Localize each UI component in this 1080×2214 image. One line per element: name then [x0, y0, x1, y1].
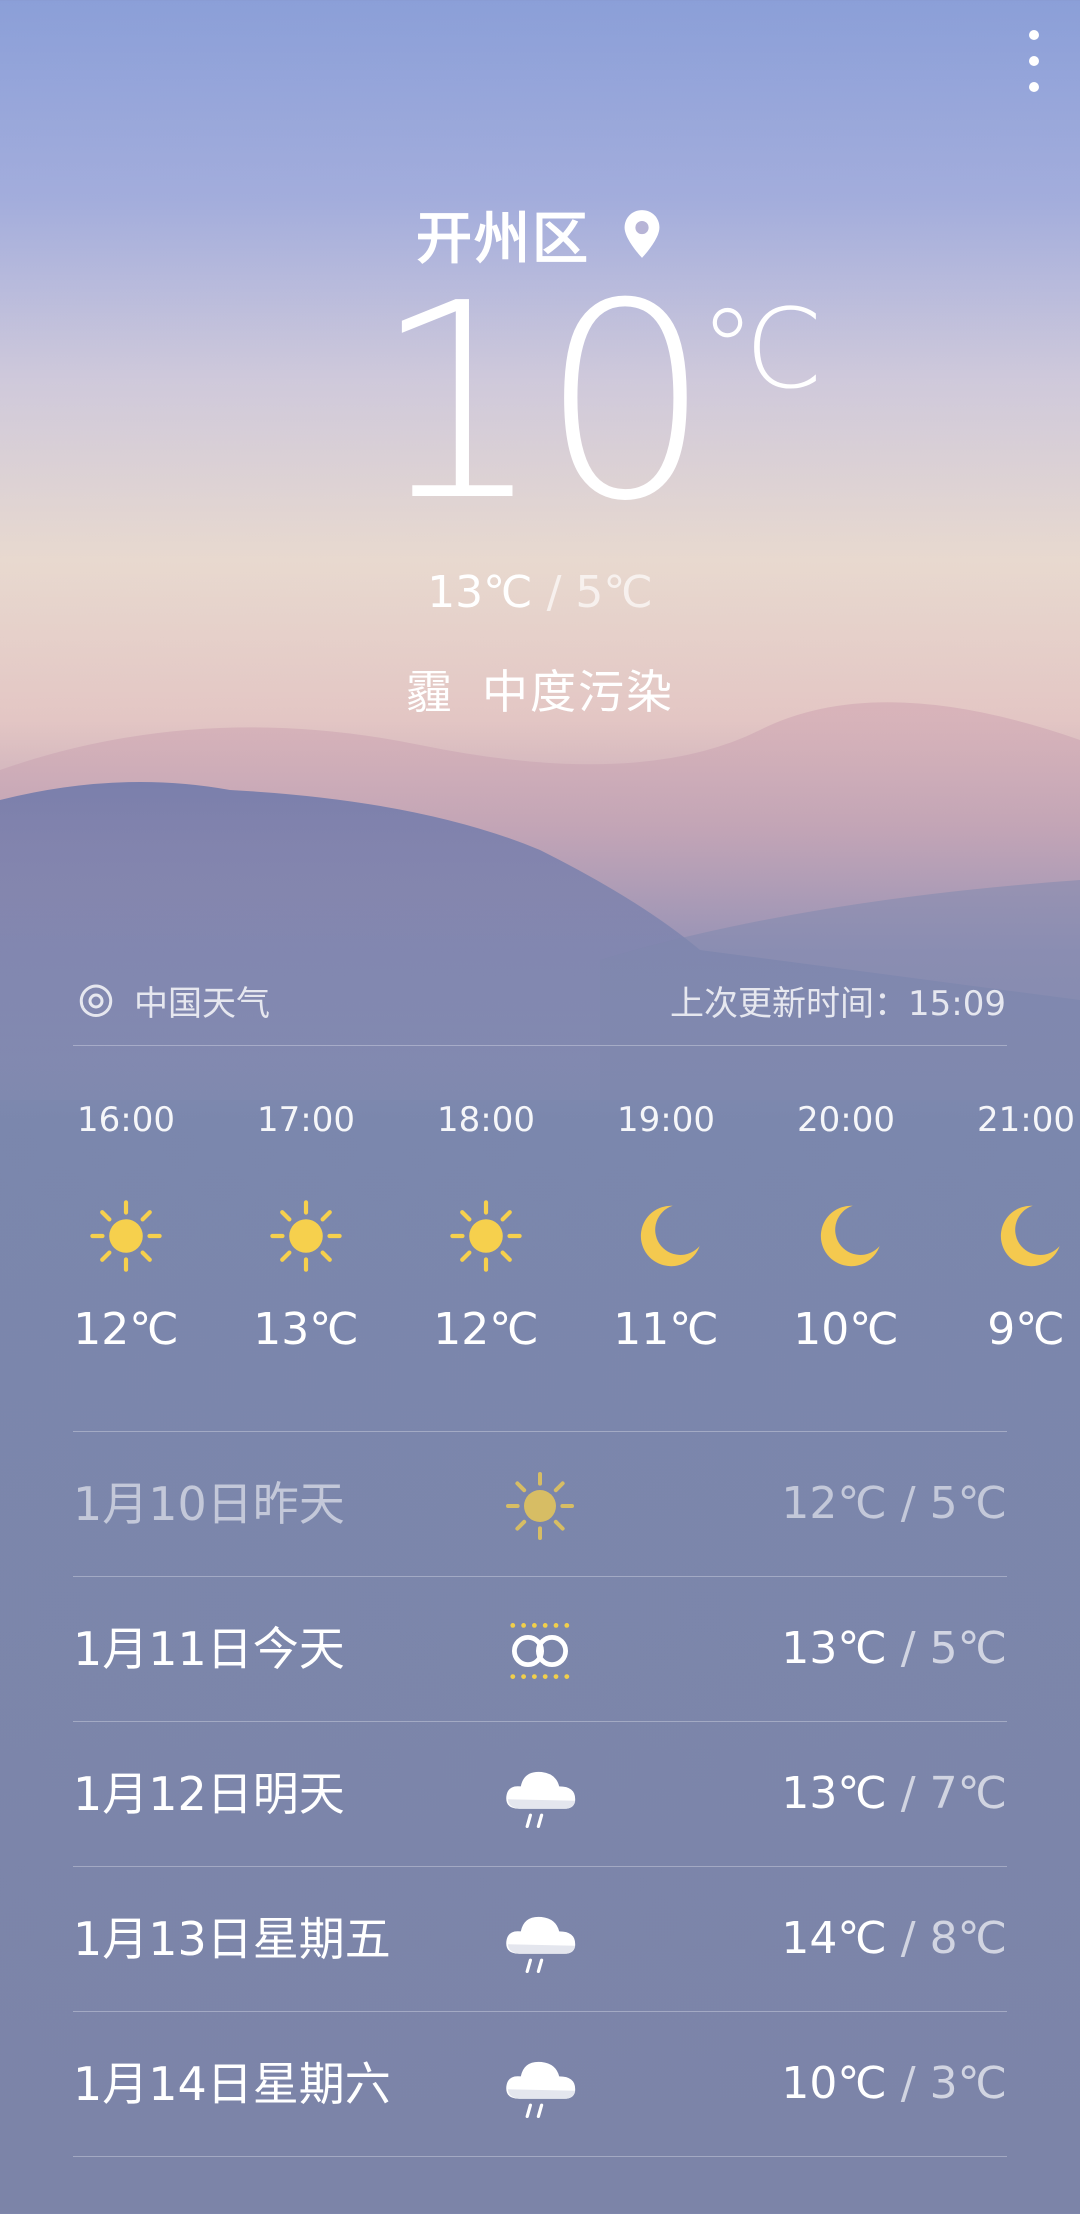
- daily-range: 14℃ / 8℃: [781, 1867, 1007, 2011]
- hourly-temp: 12℃: [73, 1304, 179, 1355]
- range-separator: /: [886, 1623, 930, 1674]
- more-options-button[interactable]: [1016, 26, 1052, 96]
- hourly-time: 20:00: [797, 1100, 895, 1140]
- source-label: 中国天气: [134, 984, 270, 1024]
- hourly-temp: 11℃: [613, 1304, 719, 1355]
- haze-icon: [500, 1611, 580, 1691]
- daily-row[interactable]: 1月14日星期六 10℃ / 3℃: [73, 2012, 1007, 2156]
- hourly-time: 19:00: [617, 1100, 715, 1140]
- hourly-time: 17:00: [257, 1100, 355, 1140]
- daily-low: 5℃: [929, 1478, 1007, 1529]
- sun-icon: [500, 1466, 580, 1546]
- dot-icon: [1029, 30, 1039, 40]
- daily-date: 1月12日明天: [73, 1767, 345, 1821]
- daily-low: 8℃: [929, 1913, 1007, 1964]
- daily-range: 13℃ / 5℃: [781, 1577, 1007, 1721]
- daily-row[interactable]: 1月11日今天 13℃ / 5℃: [73, 1577, 1007, 1721]
- cloud-rain-icon: [500, 1901, 580, 1981]
- daily-high: 13℃: [781, 1623, 887, 1674]
- daily-low: 7℃: [929, 1768, 1007, 1819]
- air-quality-row[interactable]: 霾中度污染: [0, 656, 1080, 722]
- hourly-item: 17:00 13℃: [216, 1090, 396, 1355]
- temperature-unit: ℃: [700, 285, 824, 413]
- range-separator: /: [532, 567, 576, 618]
- today-high: 13℃: [427, 567, 533, 618]
- range-separator: /: [886, 2058, 930, 2109]
- current-temperature: 10 ℃: [0, 268, 1080, 538]
- daily-date: 1月13日星期五: [73, 1912, 391, 1966]
- moon-icon: [624, 1194, 708, 1278]
- moon-icon: [804, 1194, 888, 1278]
- daily-low: 5℃: [929, 1623, 1007, 1674]
- daily-date: 1月10日昨天: [73, 1477, 345, 1531]
- daily-range: 13℃ / 7℃: [781, 1722, 1007, 1866]
- daily-high: 13℃: [781, 1768, 887, 1819]
- daily-high: 12℃: [781, 1478, 887, 1529]
- hourly-time: 21:00: [977, 1100, 1075, 1140]
- daily-low: 3℃: [929, 2058, 1007, 2109]
- air-quality-label: 中度污染: [482, 665, 674, 719]
- hourly-temp: 10℃: [793, 1304, 899, 1355]
- dot-icon: [1029, 82, 1039, 92]
- update-time: 上次更新时间：15:09: [670, 984, 1006, 1024]
- daily-high: 14℃: [781, 1913, 887, 1964]
- dot-icon: [1029, 56, 1039, 66]
- cloud-rain-icon: [500, 2046, 580, 2126]
- hourly-item: 16:00 12℃: [36, 1090, 216, 1355]
- cloud-rain-icon: [500, 1756, 580, 1836]
- daily-range: 12℃ / 5℃: [781, 1432, 1007, 1576]
- hourly-item: 21:00 9℃: [936, 1090, 1080, 1355]
- sun-icon: [84, 1194, 168, 1278]
- hourly-time: 16:00: [77, 1100, 175, 1140]
- hourly-temp: 9℃: [987, 1304, 1065, 1355]
- hourly-item: 18:00 12℃: [396, 1090, 576, 1355]
- sun-icon: [264, 1194, 348, 1278]
- hourly-time: 18:00: [437, 1100, 535, 1140]
- range-separator: /: [886, 1768, 930, 1819]
- daily-range: 10℃ / 3℃: [781, 2012, 1007, 2156]
- daily-row[interactable]: 1月12日明天 13℃ / 7℃: [73, 1722, 1007, 1866]
- range-separator: /: [886, 1913, 930, 1964]
- divider: [73, 2156, 1007, 2157]
- temperature-value: 10: [372, 245, 712, 560]
- moon-icon: [984, 1194, 1068, 1278]
- today-low: 5℃: [575, 567, 653, 618]
- hourly-temp: 12℃: [433, 1304, 539, 1355]
- sun-icon: [444, 1194, 528, 1278]
- hourly-temp: 13℃: [253, 1304, 359, 1355]
- hourly-item: 19:00 11℃: [576, 1090, 756, 1355]
- divider: [73, 1045, 1007, 1046]
- today-range: 13℃ / 5℃: [0, 567, 1080, 618]
- weather-source: 中国天气: [76, 976, 270, 1025]
- daily-date: 1月11日今天: [73, 1622, 345, 1676]
- china-weather-logo-icon: [79, 984, 113, 1017]
- daily-date: 1月14日星期六: [73, 2057, 391, 2111]
- hourly-item: 20:00 10℃: [756, 1090, 936, 1355]
- range-separator: /: [886, 1478, 930, 1529]
- weather-condition: 霾: [406, 665, 454, 719]
- hourly-forecast[interactable]: 16:00 12℃ 17:00 13℃ 18:00 12℃ 19:00 11℃ …: [0, 1090, 1080, 1390]
- daily-high: 10℃: [781, 2058, 887, 2109]
- daily-row[interactable]: 1月10日昨天 12℃ / 5℃: [73, 1432, 1007, 1576]
- daily-row[interactable]: 1月13日星期五 14℃ / 8℃: [73, 1867, 1007, 2011]
